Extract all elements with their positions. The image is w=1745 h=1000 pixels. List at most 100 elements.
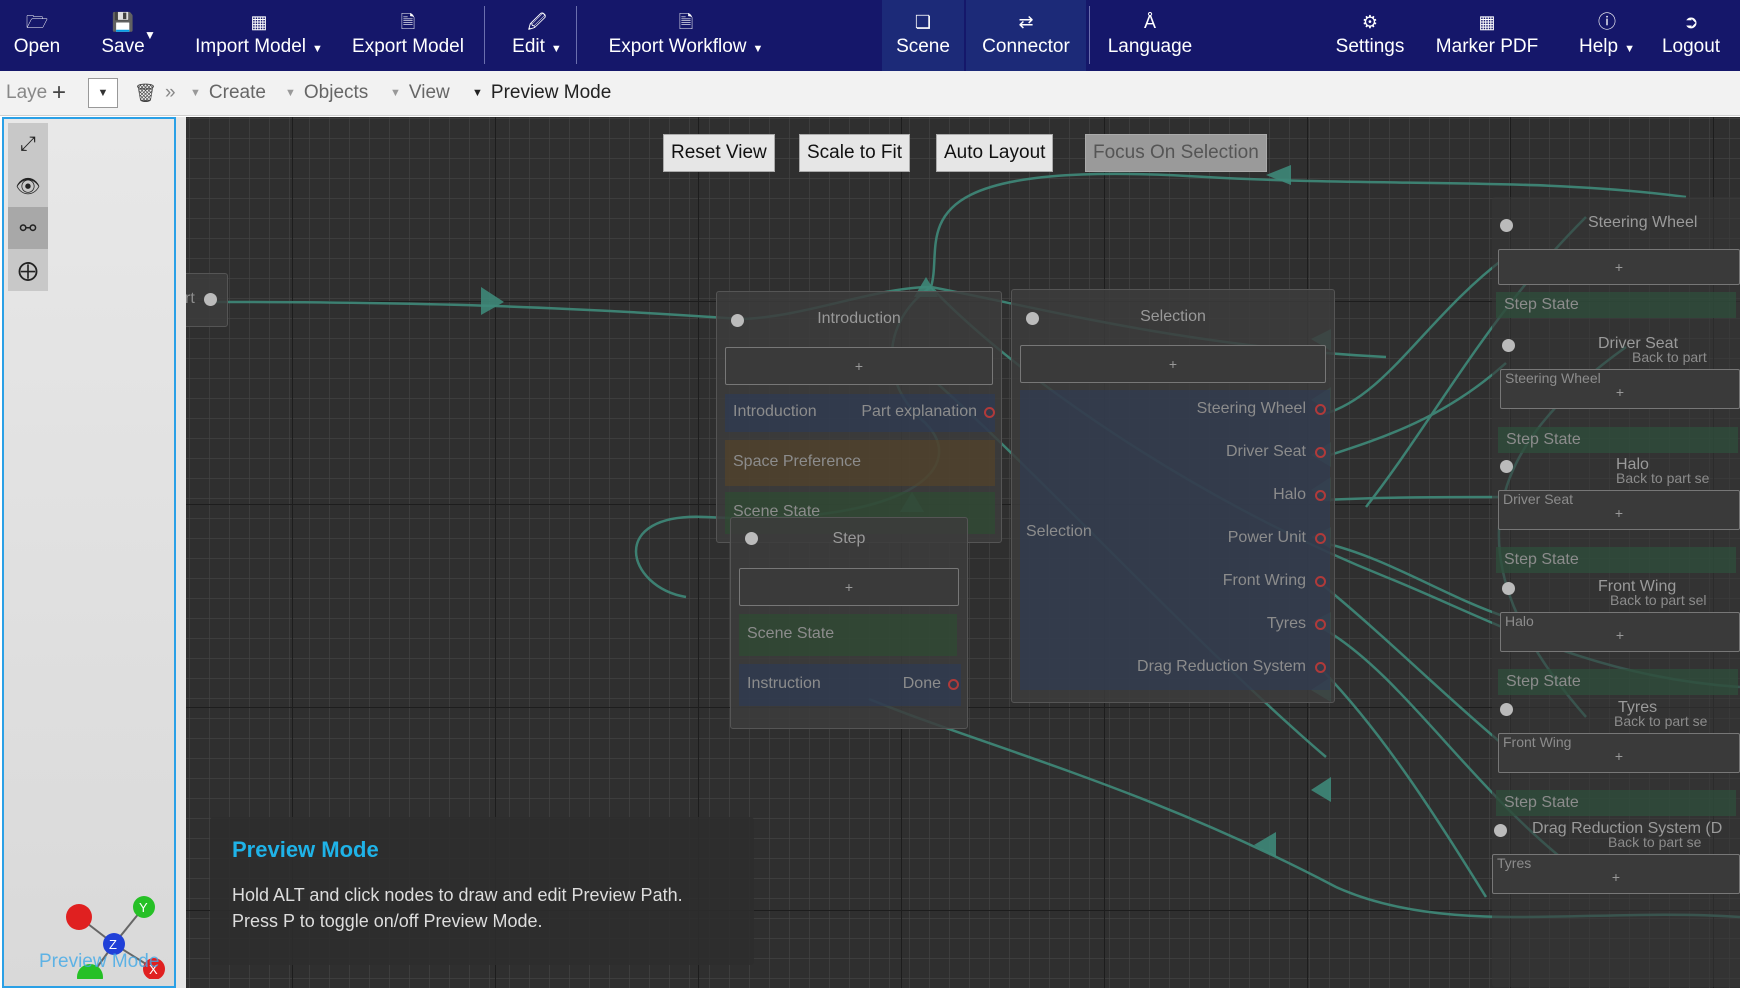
output-port[interactable] (204, 293, 217, 306)
workflow-canvas[interactable]: Reset View Scale to Fit Auto Layout Focu… (186, 117, 1740, 988)
option-front-wring[interactable]: Front Wring (1223, 572, 1306, 590)
axis-y-label: Y (139, 900, 148, 915)
input-port[interactable] (1500, 460, 1513, 473)
output-port[interactable] (1315, 447, 1326, 458)
input-port[interactable] (1500, 703, 1513, 716)
layer-label: Laye (6, 82, 48, 103)
output-port[interactable] (984, 407, 995, 418)
option-steering-wheel[interactable]: Steering Wheel (1197, 400, 1306, 418)
sub-toolbar: Laye + ▼ 🗑 » ▼ Create ▼ Objects ▼ View ▼ Pre… (0, 71, 1740, 116)
connector-button[interactable]: ⇄ Connector (966, 0, 1086, 71)
scale-to-fit-button[interactable]: Scale to Fit (799, 134, 911, 172)
panel-resize-handle[interactable] (176, 117, 186, 988)
save-dropdown-caret[interactable]: ▼ (140, 20, 160, 50)
triangle-down-icon: ▼ (285, 87, 296, 99)
eye-icon[interactable]: 👁 (8, 165, 48, 207)
step-state-row[interactable]: Step State (1496, 292, 1736, 318)
delete-layer-icon[interactable]: 🗑 (134, 71, 157, 115)
main-toolbar: 🗁 Open 💾 Save ▼ ▦ Import Model ▼ 🗎 Export… (0, 0, 1740, 71)
add-state-button[interactable]: Front Wing + (1498, 733, 1740, 773)
state-row[interactable]: Space Preference (725, 440, 995, 486)
add-state-button[interactable]: Halo + (1500, 612, 1740, 652)
output-port[interactable] (1315, 490, 1326, 501)
qr-code-icon: ▦ (1478, 12, 1496, 32)
step-state-row[interactable]: Step State (1496, 790, 1736, 816)
scene-viewport-panel[interactable]: ⤢ 👁 ⚯ ⨁ Y Z X Preview Mode (2, 117, 176, 988)
selection-node[interactable]: Selection + Selection Steering Wheel Dri… (1011, 289, 1335, 703)
cube-icon: ❏ (914, 12, 932, 32)
step-state-row[interactable]: Step State (1498, 427, 1738, 453)
output-port[interactable] (1315, 533, 1326, 544)
expand-more-button[interactable]: » (165, 71, 176, 115)
input-port[interactable] (1502, 582, 1515, 595)
axis-x-negative[interactable] (66, 904, 92, 930)
state-row[interactable]: Introduction Part explanation (725, 394, 995, 432)
chevron-down-icon: ▼ (144, 28, 156, 42)
toolbar-separator (576, 6, 577, 64)
logout-icon: ➲ (1683, 12, 1699, 32)
import-model-button[interactable]: ▦ Import Model ▼ (188, 0, 330, 71)
option-drs[interactable]: Drag Reduction System (1137, 658, 1306, 676)
introduction-node[interactable]: Introduction + Introduction Part explana… (716, 291, 1002, 543)
toolbar-separator (1089, 6, 1090, 64)
scene-button[interactable]: ❏ Scene (882, 0, 964, 71)
export-file-icon: 🗎 (400, 12, 416, 32)
help-button[interactable]: ⓘ Help ▼ (1574, 0, 1640, 71)
menu-create[interactable]: ▼ Create (190, 71, 266, 115)
step-state-row[interactable]: Step State (1498, 669, 1738, 695)
folder-icon: 🗁 (25, 12, 49, 32)
key-icon[interactable]: ⚯ (8, 207, 48, 249)
output-port[interactable] (1315, 619, 1326, 630)
auto-layout-button[interactable]: Auto Layout (936, 134, 1054, 172)
input-port[interactable] (1500, 219, 1513, 232)
option-halo[interactable]: Halo (1273, 486, 1306, 504)
add-state-button[interactable]: + (725, 347, 993, 385)
edit-button[interactable]: 🖉 Edit ▼ (506, 0, 568, 71)
start-node[interactable]: rt (186, 273, 228, 327)
output-port[interactable] (948, 679, 959, 690)
menu-objects[interactable]: ▼ Objects (285, 71, 368, 115)
menu-preview-mode[interactable]: ▼ Preview Mode (472, 71, 611, 115)
add-state-button[interactable]: Driver Seat + (1498, 490, 1740, 530)
step-node[interactable]: Step + Scene State Instruction Done (730, 517, 968, 729)
add-layer-button[interactable]: + (52, 71, 66, 115)
open-button[interactable]: 🗁 Open (8, 0, 66, 71)
triangle-down-icon: ▼ (472, 87, 483, 99)
settings-button[interactable]: ⚙ Settings (1330, 0, 1410, 71)
input-port[interactable] (1494, 824, 1507, 837)
option-driver-seat[interactable]: Driver Seat (1226, 443, 1306, 461)
gizmo-overlay-text: Preview Mode (39, 951, 159, 972)
move-icon[interactable]: ⨁ (8, 249, 48, 291)
reset-view-button[interactable]: Reset View (663, 134, 775, 172)
add-state-button[interactable]: + (739, 568, 959, 606)
layer-select[interactable]: ▼ (88, 71, 118, 115)
preview-mode-hint: Preview Mode Hold ALT and click nodes to… (210, 817, 754, 965)
add-state-button[interactable]: + (1498, 249, 1740, 285)
output-port[interactable] (1315, 404, 1326, 415)
language-button[interactable]: Å Language (1104, 0, 1196, 71)
output-port[interactable] (1315, 662, 1326, 673)
add-state-button[interactable]: Steering Wheel + (1500, 369, 1740, 409)
option-tyres[interactable]: Tyres (1267, 615, 1306, 633)
expand-icon[interactable]: ⤢ (8, 123, 48, 165)
logout-button[interactable]: ➲ Logout (1656, 0, 1726, 71)
focus-on-selection-button[interactable]: Focus On Selection (1085, 134, 1267, 172)
marker-pdf-button[interactable]: ▦ Marker PDF (1434, 0, 1540, 71)
state-row[interactable]: Instruction Done (739, 664, 961, 706)
import-icon: ▦ (250, 12, 268, 32)
step-state-row[interactable]: Step State (1496, 547, 1736, 573)
export-model-button[interactable]: 🗎 Export Model (348, 0, 468, 71)
triangle-down-icon: ▼ (190, 87, 201, 99)
add-state-button[interactable]: Tyres + (1492, 854, 1740, 894)
menu-view[interactable]: ▼ View (390, 71, 450, 115)
input-port[interactable] (1502, 339, 1515, 352)
state-row[interactable]: Scene State (739, 614, 957, 656)
output-port[interactable] (1315, 576, 1326, 587)
chevron-down-icon: ▼ (550, 43, 562, 55)
option-power-unit[interactable]: Power Unit (1228, 529, 1306, 547)
export-workflow-button[interactable]: 🗎 Export Workflow ▼ (604, 0, 768, 71)
toolbar-separator (484, 6, 485, 64)
step-node-title: Steering Wheel (1588, 214, 1698, 231)
add-option-button[interactable]: + (1020, 345, 1326, 383)
chevron-down-icon: ▼ (311, 43, 323, 55)
